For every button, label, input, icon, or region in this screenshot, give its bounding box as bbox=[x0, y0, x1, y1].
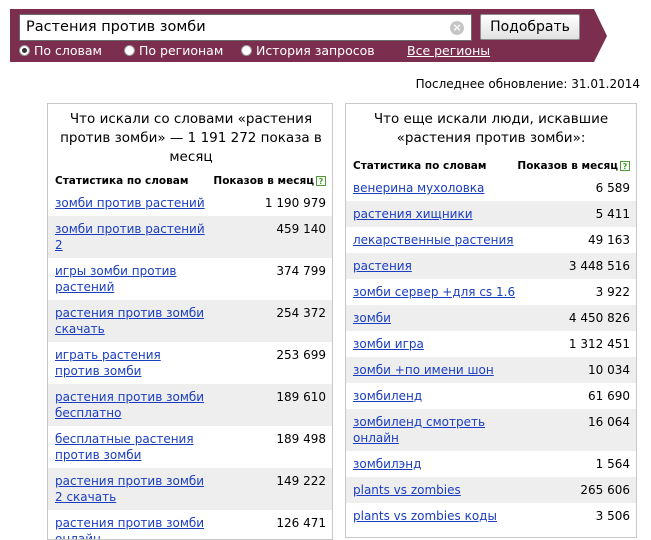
table-row: зомби игра 1 312 451 bbox=[346, 331, 636, 357]
table-row: игры зомби против растений 374 799 bbox=[48, 258, 332, 300]
table-row: венерина мухоловка 6 589 bbox=[346, 175, 636, 201]
mode-radio-by-regions[interactable]: По регионам bbox=[124, 43, 223, 58]
radio-checked-icon[interactable] bbox=[19, 45, 30, 56]
impressions-count: 3 448 516 bbox=[568, 259, 630, 273]
right-table-header: Статистика по словам Показов в месяц ? bbox=[346, 157, 636, 175]
search-query-text[interactable]: Растения против зомби bbox=[26, 19, 206, 35]
impressions-count: 61 690 bbox=[588, 389, 630, 403]
impressions-count: 1 190 979 bbox=[264, 196, 326, 210]
keyword-link[interactable]: лекарственные растения bbox=[353, 232, 523, 248]
mode-label: История запросов bbox=[256, 43, 375, 58]
impressions-count: 3 506 bbox=[595, 509, 630, 523]
table-row: растения против зомби онлайн 126 471 bbox=[48, 510, 332, 539]
keyword-link[interactable]: plants vs zombies bbox=[353, 482, 523, 498]
keyword-link[interactable]: зомби сервер +для cs 1.6 bbox=[353, 284, 523, 300]
table-row: зомбиленд 61 690 bbox=[346, 383, 636, 409]
keyword-link[interactable]: зомби +по имени шон bbox=[353, 362, 523, 378]
keyword-link[interactable]: зомби bbox=[353, 310, 523, 326]
search-input[interactable]: Растения против зомби × bbox=[19, 14, 472, 41]
all-regions-link[interactable]: Все регионы bbox=[407, 43, 490, 58]
left-results-panel: Что искали со словами «растения против з… bbox=[47, 103, 333, 540]
impressions-count: 149 222 bbox=[276, 474, 326, 488]
impressions-count: 1 312 451 bbox=[568, 337, 630, 351]
mode-radio-history[interactable]: История запросов bbox=[241, 43, 375, 58]
impressions-count: 126 471 bbox=[276, 516, 326, 530]
keyword-link[interactable]: зомбиленд смотреть онлайн bbox=[353, 414, 523, 446]
table-row: играть растения против зомби 253 699 bbox=[48, 342, 332, 384]
column-count-header: Показов в месяц ? bbox=[517, 160, 630, 172]
mode-label: По регионам bbox=[139, 43, 224, 58]
keyword-link[interactable]: зомби против растений bbox=[55, 195, 205, 211]
impressions-count: 3 922 bbox=[595, 285, 630, 299]
impressions-count: 265 606 bbox=[580, 483, 630, 497]
keyword-link[interactable]: венерина мухоловка bbox=[353, 180, 523, 196]
submit-button[interactable]: Подобрать bbox=[480, 14, 580, 40]
help-icon[interactable]: ? bbox=[316, 176, 326, 186]
column-keyword-header: Статистика по словам bbox=[353, 160, 487, 172]
keyword-link[interactable]: растения хищники bbox=[353, 206, 523, 222]
table-row: лекарственные растения 49 163 bbox=[346, 227, 636, 253]
table-row: растения 3 448 516 bbox=[346, 253, 636, 279]
keyword-link[interactable]: растения bbox=[353, 258, 523, 274]
left-table-body: зомби против растений 1 190 979 зомби прот… bbox=[48, 190, 332, 539]
left-table-header: Статистика по словам Показов в месяц ? bbox=[48, 172, 332, 190]
table-row: растения хищники 5 411 bbox=[346, 201, 636, 227]
keyword-link[interactable]: plants vs zombies коды bbox=[353, 508, 523, 524]
column-count-label: Показов в месяц bbox=[213, 175, 314, 187]
table-row: растения против зомби бесплатно 189 610 bbox=[48, 384, 332, 426]
keyword-link[interactable]: растения против зомби скачать bbox=[55, 305, 205, 337]
impressions-count: 459 140 bbox=[276, 222, 326, 236]
table-row: зомби 4 450 826 bbox=[346, 305, 636, 331]
table-row: зомби +по имени шон 10 034 bbox=[346, 357, 636, 383]
last-update-text: Последнее обновление: 31.01.2014 bbox=[415, 77, 640, 91]
right-table-body: венерина мухоловка 6 589 растения хищники 5… bbox=[346, 175, 636, 529]
column-count-label: Показов в месяц bbox=[517, 160, 618, 172]
radio-unchecked-icon[interactable] bbox=[241, 45, 252, 56]
radio-unchecked-icon[interactable] bbox=[124, 45, 135, 56]
impressions-count: 49 163 bbox=[588, 233, 630, 247]
impressions-count: 6 589 bbox=[595, 181, 630, 195]
impressions-count: 254 372 bbox=[276, 306, 326, 320]
search-bar: Растения против зомби × Подобрать По сло… bbox=[10, 9, 607, 62]
table-row: растения против зомби скачать 254 372 bbox=[48, 300, 332, 342]
table-row: plants vs zombies коды 3 506 bbox=[346, 503, 636, 529]
impressions-count: 16 064 bbox=[588, 415, 630, 429]
impressions-count: 1 564 bbox=[595, 457, 630, 471]
impressions-count: 189 498 bbox=[276, 432, 326, 446]
table-row: зомбилэнд 1 564 bbox=[346, 451, 636, 477]
clear-icon[interactable]: × bbox=[450, 21, 464, 35]
keyword-link[interactable]: растения против зомби бесплатно bbox=[55, 389, 205, 421]
column-count-header: Показов в месяц ? bbox=[213, 175, 326, 187]
keyword-link[interactable]: растения против зомби онлайн bbox=[55, 515, 205, 539]
right-results-panel: Что еще искали люди, искавшие «растения … bbox=[345, 103, 637, 538]
help-icon[interactable]: ? bbox=[620, 161, 630, 171]
table-row: plants vs zombies 265 606 bbox=[346, 477, 636, 503]
table-row: зомбиленд смотреть онлайн 16 064 bbox=[346, 409, 636, 451]
table-row: зомби против растений 1 190 979 bbox=[48, 190, 332, 216]
impressions-count: 253 699 bbox=[276, 348, 326, 362]
table-row: бесплатные растения против зомби 189 498 bbox=[48, 426, 332, 468]
impressions-count: 189 610 bbox=[276, 390, 326, 404]
right-panel-title: Что еще искали люди, искавшие «растения … bbox=[373, 111, 609, 146]
impressions-count: 5 411 bbox=[595, 207, 630, 221]
impressions-count: 374 799 bbox=[276, 264, 326, 278]
mode-label: По словам bbox=[34, 43, 102, 58]
keyword-link[interactable]: растения против зомби 2 скачать bbox=[55, 473, 205, 505]
keyword-link[interactable]: игры зомби против растений bbox=[55, 263, 205, 295]
keyword-link[interactable]: зомбиленд bbox=[353, 388, 523, 404]
impressions-count: 10 034 bbox=[588, 363, 630, 377]
column-keyword-header: Статистика по словам bbox=[55, 175, 189, 187]
impressions-count: 4 450 826 bbox=[568, 311, 630, 325]
left-panel-title: Что искали со словами «растения против з… bbox=[60, 111, 322, 165]
table-row: зомби сервер +для cs 1.6 3 922 bbox=[346, 279, 636, 305]
keyword-link[interactable]: играть растения против зомби bbox=[55, 347, 205, 379]
keyword-link[interactable]: бесплатные растения против зомби bbox=[55, 431, 205, 463]
keyword-link[interactable]: зомби игра bbox=[353, 336, 523, 352]
table-row: зомби против растений 2 459 140 bbox=[48, 216, 332, 258]
keyword-link[interactable]: зомби против растений 2 bbox=[55, 221, 205, 253]
keyword-link[interactable]: зомбилэнд bbox=[353, 456, 523, 472]
table-row: растения против зомби 2 скачать 149 222 bbox=[48, 468, 332, 510]
mode-radio-by-words[interactable]: По словам bbox=[19, 43, 102, 58]
